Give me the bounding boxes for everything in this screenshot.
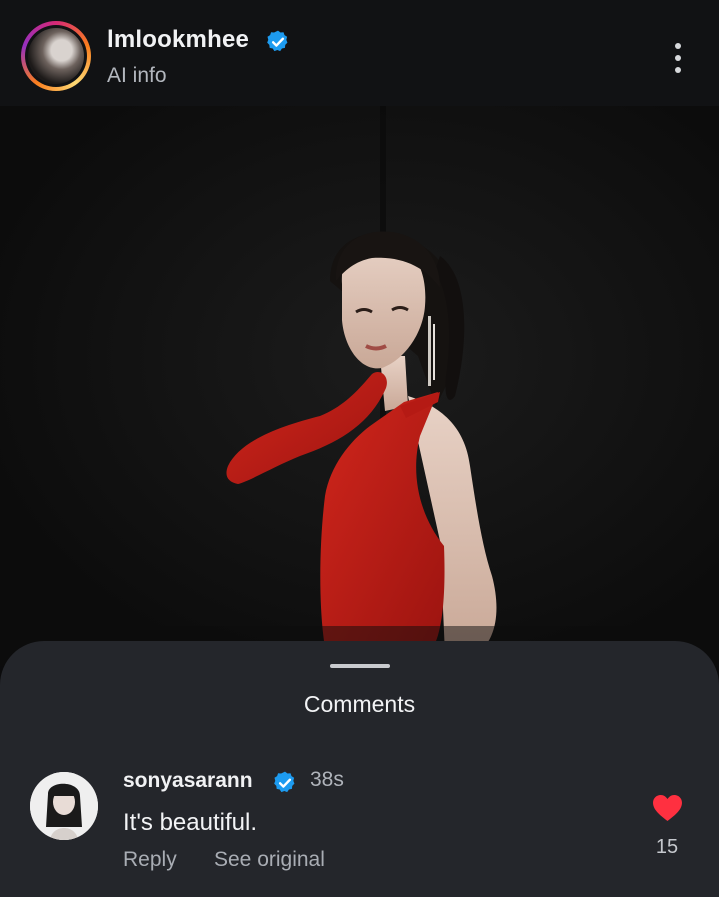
reply-button[interactable]: Reply — [123, 848, 177, 872]
more-dot-icon — [675, 67, 681, 73]
post-screen: lmlookmhee AI info Comments sonyasarann … — [0, 0, 719, 897]
commenter-avatar[interactable] — [30, 772, 98, 840]
see-original-button[interactable]: See original — [214, 848, 325, 872]
commenter-username[interactable]: sonyasarann — [123, 769, 253, 793]
comments-sheet: Comments sonyasarann 38s It's beautiful.… — [0, 641, 719, 897]
verified-badge-icon — [267, 30, 288, 52]
ai-info-label[interactable]: AI info — [107, 64, 167, 88]
post-photo-illustration — [0, 106, 719, 666]
more-dot-icon — [675, 55, 681, 61]
post-photo[interactable] — [0, 106, 719, 666]
commenter-avatar-photo — [30, 772, 98, 840]
comment-timestamp: 38s — [310, 768, 344, 791]
like-count: 15 — [655, 836, 679, 858]
more-dot-icon — [675, 43, 681, 49]
avatar-photo — [28, 28, 84, 84]
more-options-button[interactable] — [662, 38, 694, 78]
comments-title: Comments — [303, 691, 416, 717]
sheet-drag-handle[interactable] — [330, 664, 390, 668]
comment-text: It's beautiful. — [123, 809, 257, 836]
heart-icon[interactable] — [652, 794, 683, 822]
verified-badge-icon — [274, 771, 295, 793]
profile-avatar[interactable] — [21, 21, 91, 91]
post-header: lmlookmhee AI info — [0, 0, 719, 106]
username[interactable]: lmlookmhee — [107, 26, 249, 54]
